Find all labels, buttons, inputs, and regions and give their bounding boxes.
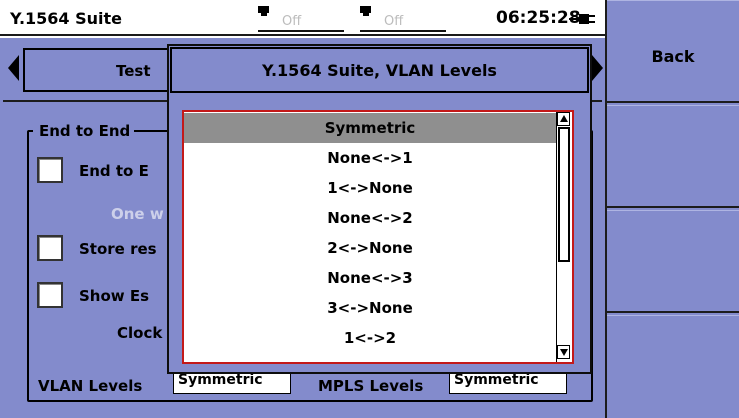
right-arrow-icon[interactable]	[592, 55, 603, 81]
mpls-levels-label: MPLS Levels	[318, 377, 424, 395]
ethernet-port-icon	[258, 6, 269, 16]
mpls-levels-field[interactable]: Symmetric	[449, 372, 567, 394]
app-title: Y.1564 Suite	[10, 9, 123, 28]
list-item[interactable]: 2<->None	[184, 233, 556, 263]
scroll-up-icon[interactable]	[557, 112, 570, 126]
clock-label: Clock	[117, 324, 163, 342]
options-list[interactable]: Symmetric None<->1 1<->None None<->2 2<-…	[182, 110, 574, 364]
port-2-state: Off	[384, 14, 404, 29]
store-results-label: Store res	[79, 240, 157, 258]
tab-test-label: Test	[116, 62, 151, 80]
group-title: End to End	[33, 122, 135, 140]
soft-key-column: Back	[605, 0, 739, 418]
ethernet-port-icon	[360, 6, 371, 16]
port-1-status: Off	[258, 6, 344, 34]
list-item[interactable]: 1<->None	[184, 173, 556, 203]
soft-key-3[interactable]	[607, 210, 739, 313]
back-button-label: Back	[651, 47, 695, 66]
dialog-title: Y.1564 Suite, VLAN Levels	[262, 61, 497, 80]
store-results-checkbox[interactable]	[37, 235, 63, 261]
list-item[interactable]: None<->3	[184, 263, 556, 293]
scroll-down-icon[interactable]	[557, 345, 570, 359]
port-1-underline	[258, 30, 344, 32]
back-button[interactable]: Back	[607, 0, 739, 103]
soft-key-4[interactable]	[607, 315, 739, 418]
vlan-levels-field[interactable]: Symmetric	[173, 372, 291, 394]
end-to-end-checkbox[interactable]	[37, 157, 63, 183]
soft-key-2[interactable]	[607, 105, 739, 208]
port-2-underline	[360, 30, 446, 32]
list-item[interactable]: 3<->None	[184, 293, 556, 323]
end-to-end-label: End to E	[79, 162, 149, 180]
battery-plug-icon	[569, 14, 595, 24]
list-item[interactable]: None<->1	[184, 143, 556, 173]
list-item[interactable]: 1<->2	[184, 323, 556, 353]
clock: 06:25:28	[496, 8, 581, 28]
left-arrow-icon[interactable]	[8, 55, 19, 81]
list-item[interactable]: None<->2	[184, 203, 556, 233]
list-item-symmetric[interactable]: Symmetric	[184, 113, 556, 143]
port-2-status: Off	[360, 6, 446, 34]
show-es-checkbox[interactable]	[37, 282, 63, 308]
one-way-label: One w	[111, 205, 164, 223]
show-es-label: Show Es	[79, 287, 150, 305]
scroll-thumb[interactable]	[558, 127, 570, 262]
vlan-levels-label: VLAN Levels	[38, 377, 143, 395]
port-1-state: Off	[282, 14, 302, 29]
